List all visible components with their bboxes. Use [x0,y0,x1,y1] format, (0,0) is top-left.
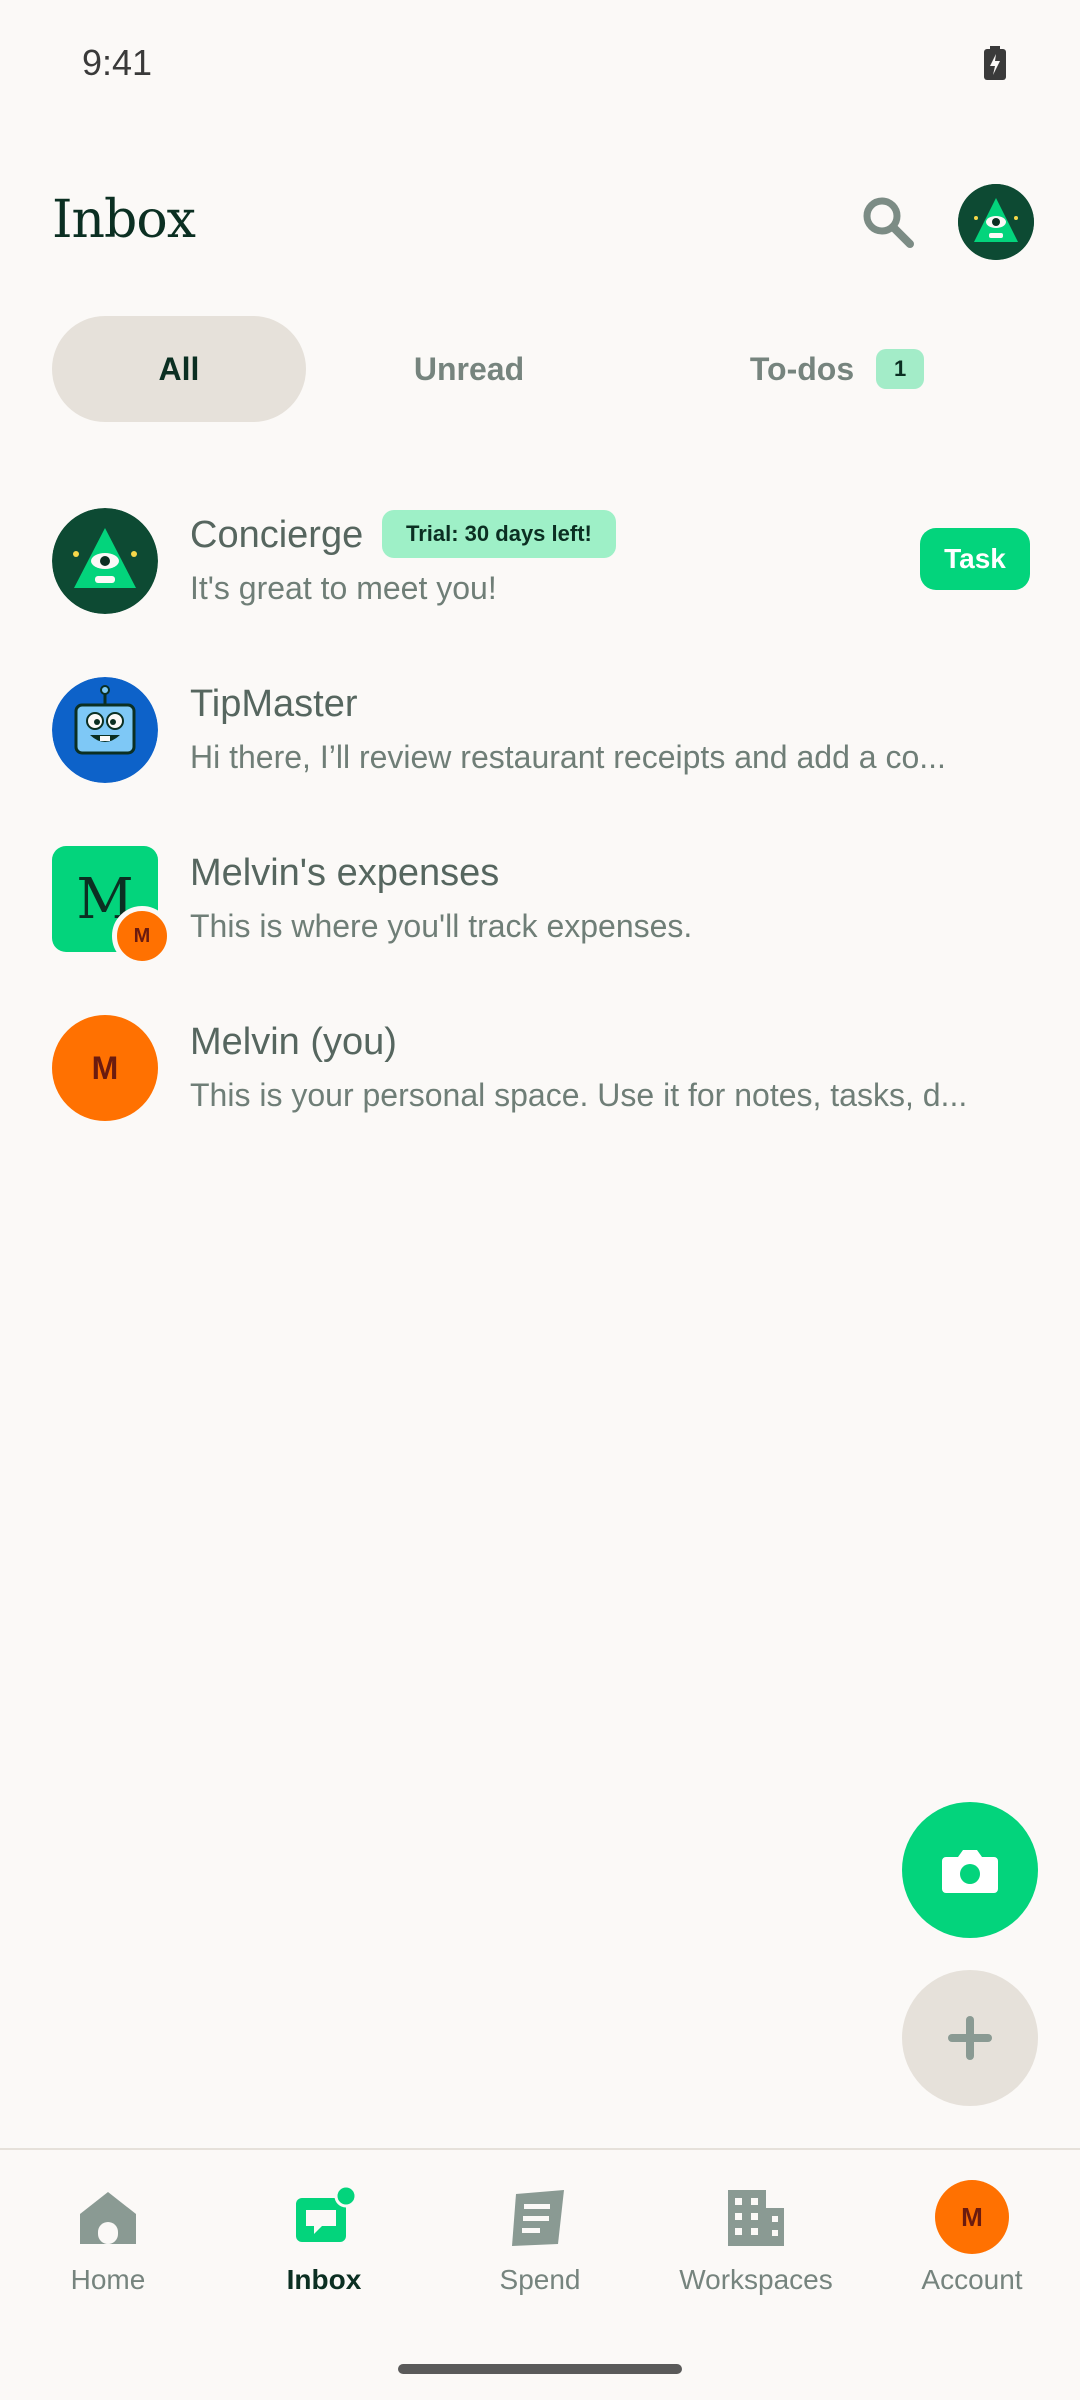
nav-workspaces-label: Workspaces [679,2264,833,2295]
bottom-nav: Home Inbox Spend Workspaces M Account [0,2148,1080,2400]
chat-preview: This is where you'll track expenses. [190,908,693,944]
owner-avatar: M [112,906,172,966]
inbox-icon [296,2186,356,2242]
tab-todos-label: To-dos [749,350,855,387]
scan-receipt-button[interactable] [902,1802,1038,1938]
account-avatar: M [935,2180,1009,2254]
nav-account[interactable]: M Account [872,2180,1072,2336]
tab-all[interactable]: All [52,316,306,422]
plus-icon [948,2016,992,2060]
trial-badge: Trial: 30 days left! [382,510,616,558]
chat-preview: This is your personal space. Use it for … [190,1077,968,1113]
user-avatar: M [52,1015,158,1121]
chat-name: Melvin (you) [190,1021,397,1063]
concierge-avatar [52,508,158,614]
chat-row-concierge[interactable]: Concierge Trial: 30 days left! It's grea… [0,492,1080,661]
nav-account-label: Account [921,2264,1023,2295]
tab-all-label: All [158,350,200,387]
page-title: Inbox [52,190,196,250]
nav-inbox-label: Inbox [286,2264,362,2295]
chat-list: Concierge Trial: 30 days left! It's grea… [0,492,1080,1168]
chat-name: Concierge [190,514,364,556]
nav-inbox[interactable]: Inbox [224,2186,424,2336]
add-button[interactable] [902,1970,1038,2106]
tipmaster-avatar [52,677,158,783]
header: Inbox [0,170,1080,270]
home-icon [80,2192,136,2244]
nav-home-label: Home [70,2264,146,2295]
nav-spend-label: Spend [499,2264,581,2295]
nav-home[interactable]: Home [8,2186,208,2336]
building-icon [728,2190,784,2246]
profile-avatar[interactable] [958,184,1034,260]
tab-unread-label: Unread [413,350,525,387]
concierge-logo-icon [958,184,1034,260]
status-bar: 9:41 [0,0,1080,130]
nav-workspaces[interactable]: Workspaces [656,2186,856,2336]
chat-preview: It's great to meet you! [190,570,497,606]
concierge-logo-icon [52,508,158,614]
robot-icon [52,677,158,783]
task-button[interactable]: Task [920,528,1030,590]
tab-unread[interactable]: Unread [342,316,596,422]
chat-row-workspace[interactable]: M M Melvin's expenses This is where you'… [0,830,1080,999]
search-icon[interactable] [858,192,918,252]
filter-tabs: All Unread To-dos 1 [52,316,1032,422]
status-time: 9:41 [82,42,153,83]
camera-icon [942,1850,998,1893]
chat-name: TipMaster [190,683,358,725]
chat-row-self[interactable]: M Melvin (you) This is your personal spa… [0,999,1080,1168]
battery-charging-icon [984,46,1006,80]
todos-count-badge: 1 [876,349,925,389]
tab-todos[interactable]: To-dos 1 [672,316,1002,422]
chat-row-tipmaster[interactable]: TipMaster Hi there, I’ll review restaura… [0,661,1080,830]
chat-name: Melvin's expenses [190,852,500,894]
nav-spend[interactable]: Spend [440,2186,640,2336]
receipt-icon [512,2190,564,2246]
home-indicator[interactable] [398,2364,682,2374]
chat-preview: Hi there, I’ll review restaurant receipt… [190,739,946,775]
